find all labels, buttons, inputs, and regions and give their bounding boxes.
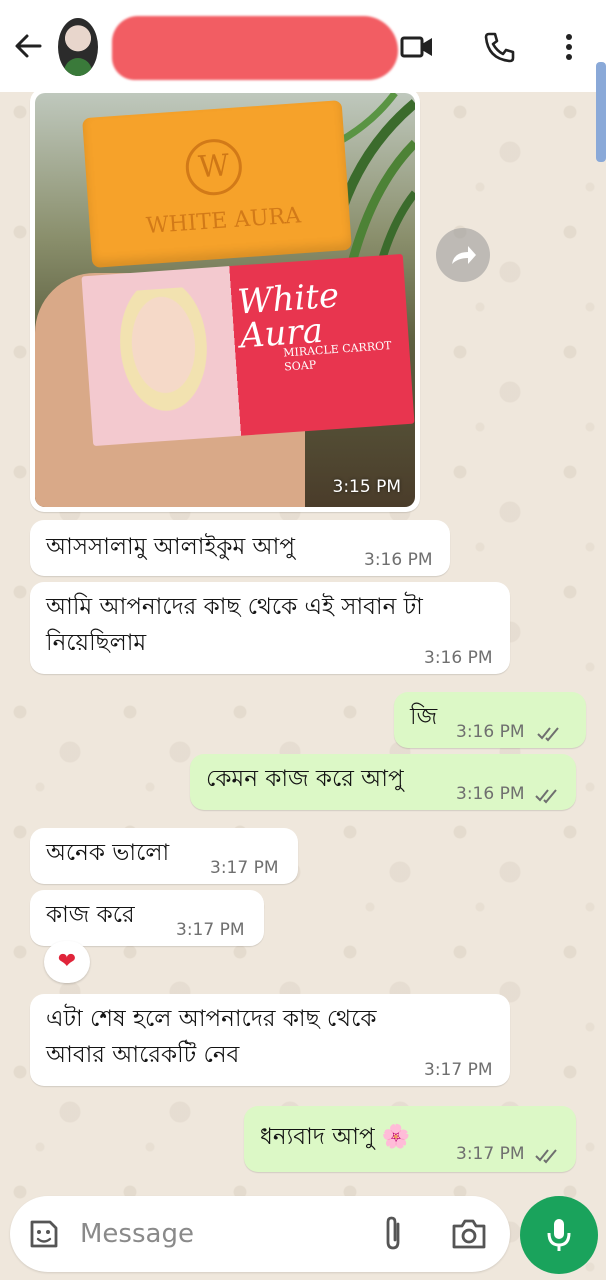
incoming-message[interactable]: আমি আপনাদের কাছ থেকে এই সাবান টা নিয়েছি… xyxy=(30,582,510,674)
message-composer xyxy=(10,1196,510,1272)
message-time: 3:17 PM xyxy=(176,920,245,940)
incoming-message[interactable]: অনেক ভালো 3:17 PM xyxy=(30,828,298,884)
camera-icon[interactable] xyxy=(450,1216,488,1252)
message-input[interactable] xyxy=(80,1214,360,1254)
microphone-icon xyxy=(547,1219,571,1251)
incoming-message[interactable]: কাজ করে 3:17 PM xyxy=(30,890,264,946)
voice-record-button[interactable] xyxy=(520,1196,598,1274)
message-text: নিয়েছিলাম xyxy=(46,630,147,656)
double-check-icon xyxy=(535,789,557,804)
paperclip-icon[interactable] xyxy=(376,1214,410,1254)
message-time: 3:16 PM xyxy=(456,722,525,742)
sticker-icon[interactable] xyxy=(26,1216,62,1252)
message-text: জি xyxy=(410,704,438,730)
message-text: আসসালামু আলাইকুম আপু xyxy=(46,534,295,560)
scrollbar[interactable] xyxy=(596,62,606,162)
outgoing-message[interactable]: ধন্যবাদ আপু 🌸 3:17 PM xyxy=(244,1106,576,1172)
forward-icon xyxy=(452,246,476,264)
model-face xyxy=(104,285,225,433)
outgoing-message[interactable]: জি 3:16 PM xyxy=(394,692,586,748)
heart-reaction[interactable]: ❤ xyxy=(44,941,90,983)
double-check-icon xyxy=(535,1149,557,1164)
chat-header xyxy=(0,0,606,92)
message-text: অনেক ভালো xyxy=(46,840,170,866)
more-vertical-icon[interactable] xyxy=(550,28,588,66)
message-time: 3:15 PM xyxy=(332,477,402,497)
message-time: 3:16 PM xyxy=(424,648,493,668)
outgoing-message[interactable]: কেমন কাজ করে আপু 3:16 PM xyxy=(190,754,576,810)
message-text: কাজ করে xyxy=(46,902,135,928)
incoming-message[interactable]: আসসালামু আলাইকুম আপু 3:16 PM xyxy=(30,520,450,576)
message-time: 3:16 PM xyxy=(364,550,433,570)
message-text: ধন্যবাদ আপু 🌸 xyxy=(260,1124,411,1150)
soap-bar: W WHITE AURA xyxy=(82,100,352,268)
image-message[interactable]: W WHITE AURA White Aura MIRACLE CARROT S… xyxy=(30,88,420,512)
message-text: এটা শেষ হলে আপনাদের কাছ থেকে xyxy=(46,1006,377,1032)
message-text: আবার আরেকটি নেব xyxy=(46,1042,240,1068)
message-time: 3:17 PM xyxy=(210,858,279,878)
forward-button[interactable] xyxy=(436,228,490,282)
soap-box: White Aura MIRACLE CARROT SOAP xyxy=(81,253,415,447)
double-check-icon xyxy=(537,727,559,742)
message-text: আমি আপনাদের কাছ থেকে এই সাবান টা xyxy=(46,594,423,620)
product-photo[interactable]: W WHITE AURA White Aura MIRACLE CARROT S… xyxy=(35,93,415,507)
incoming-message[interactable]: এটা শেষ হলে আপনাদের কাছ থেকে আবার আরেকটি… xyxy=(30,994,510,1086)
contact-avatar[interactable] xyxy=(58,18,98,76)
message-time: 3:17 PM xyxy=(456,1144,525,1164)
phone-icon[interactable] xyxy=(480,28,518,66)
arrow-left-icon[interactable] xyxy=(10,28,46,64)
video-camera-icon[interactable] xyxy=(398,28,436,66)
message-time: 3:16 PM xyxy=(456,784,525,804)
message-time: 3:17 PM xyxy=(424,1060,493,1080)
contact-name-redacted[interactable] xyxy=(112,16,398,80)
message-text: কেমন কাজ করে আপু xyxy=(206,766,404,792)
